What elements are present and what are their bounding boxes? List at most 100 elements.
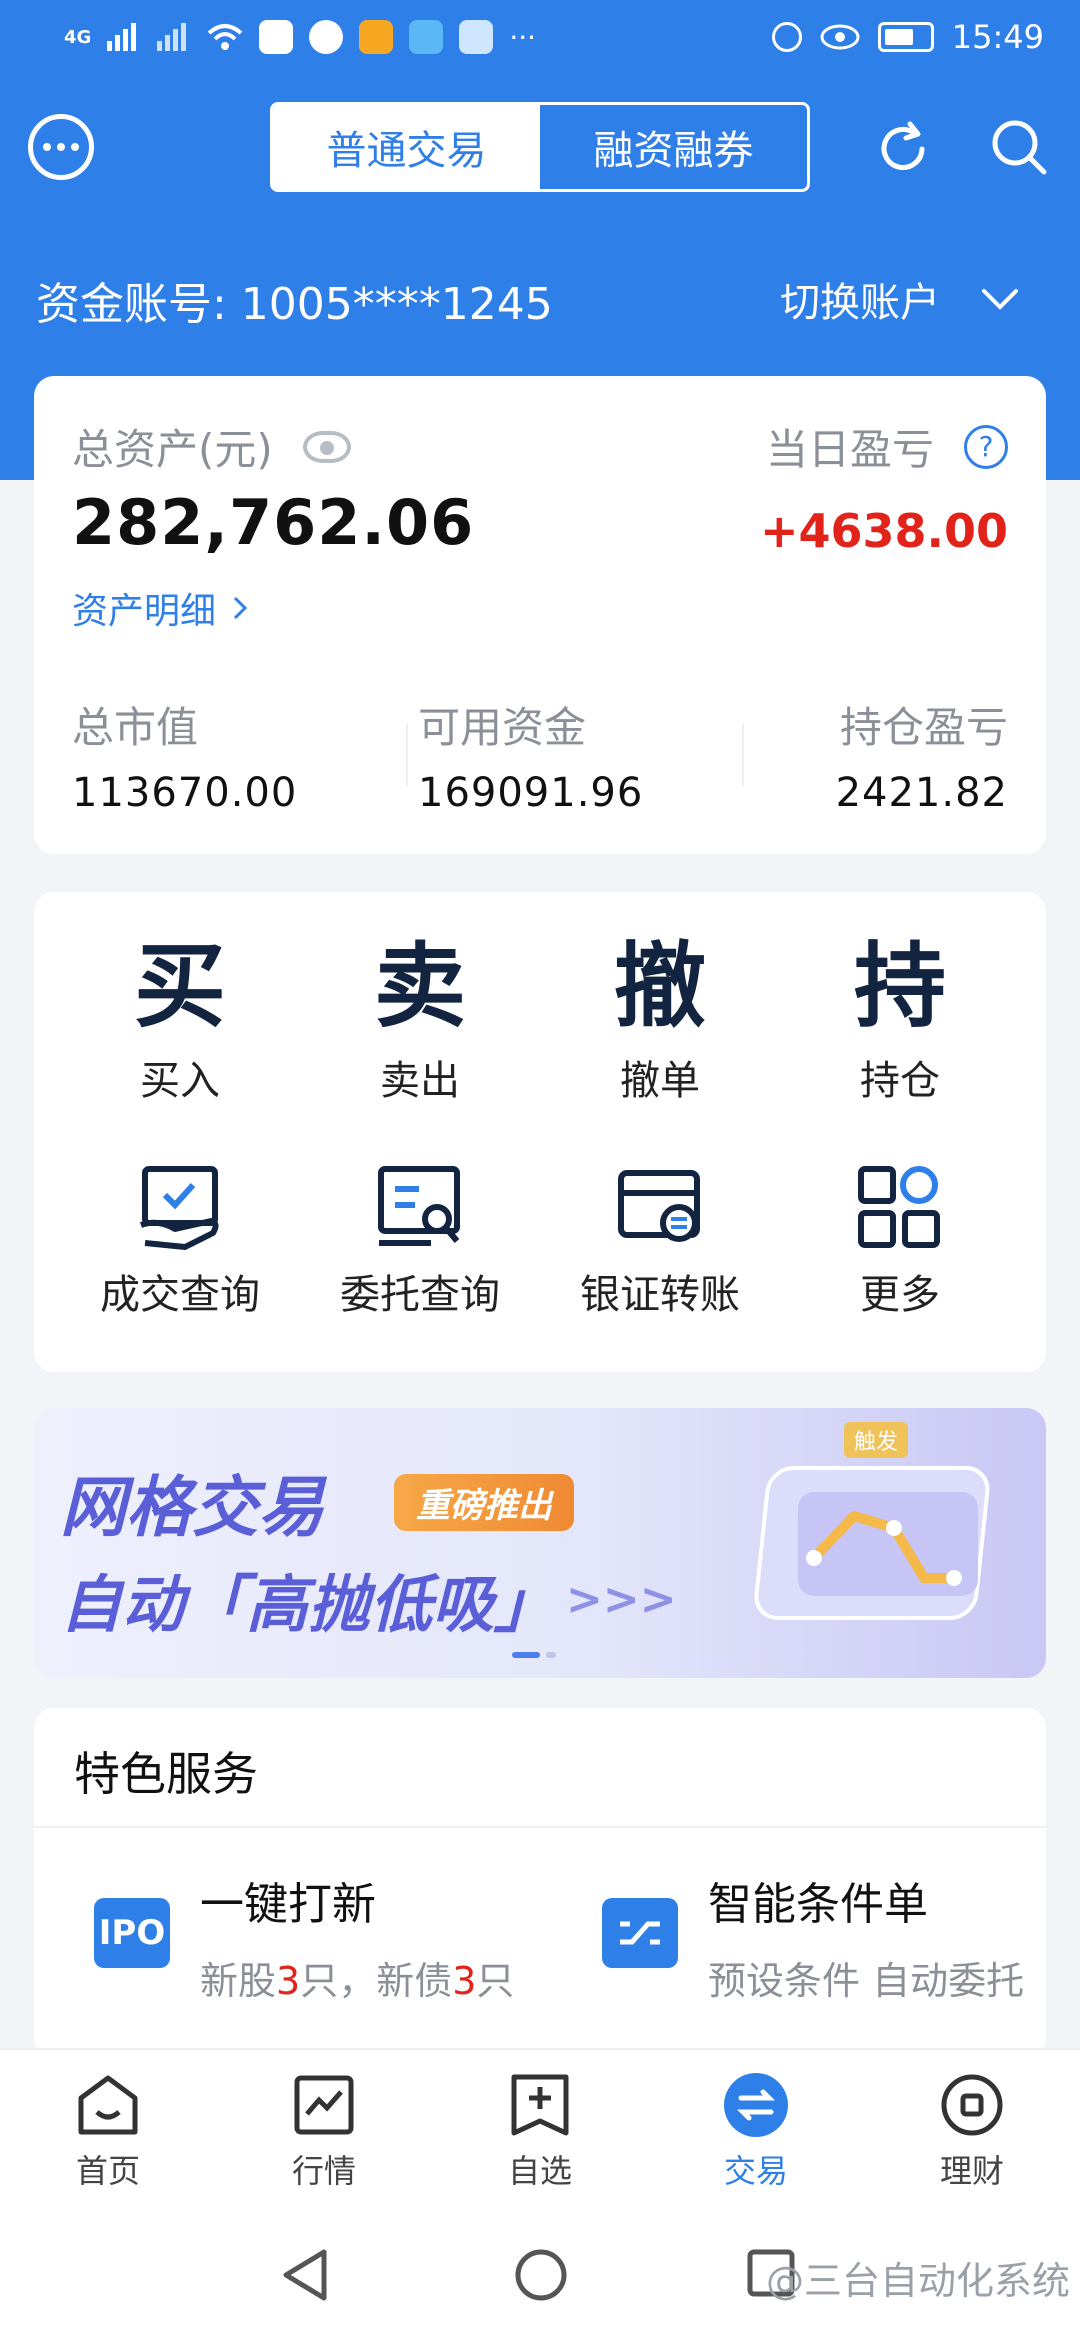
back-triangle-icon [283,2249,327,2301]
ipo-icon: IPO [94,1898,170,1968]
bank-transfer-button[interactable]: 银证转账 [540,1160,780,1320]
tab-trade[interactable]: 交易 [648,2050,864,2218]
desc-part: 只 [476,1959,515,2003]
wealth-icon [939,2072,1005,2138]
tab-wealth[interactable]: 理财 [864,2050,1080,2218]
qq-app-icon [259,20,294,54]
bank-transfer-icon [612,1160,708,1256]
nav-home-button[interactable] [514,2248,568,2306]
services-divider [34,1826,1046,1828]
signal-bars-2-icon [157,23,187,51]
search-icon [992,120,1047,175]
eye-comfort-icon [820,24,860,50]
chevron-right-icon [233,596,248,620]
browser-app-icon [409,20,444,54]
order-query-button[interactable]: 委托查询 [300,1160,540,1320]
action-row-secondary: 成交查询 委托查询 银证转账 更多 [60,1160,1020,1320]
battery-icon [877,22,934,52]
switch-account-button[interactable]: 切换账户 [780,270,1020,328]
asset-summary-card: 总资产(元) 当日盈亏 ? 282,762.06 +4638.00 资产明细 总… [34,376,1046,854]
new-stock-count: 3 [276,1959,301,2003]
buy-button[interactable]: 买 买入 [60,932,300,1106]
buy-label: 买入 [140,1058,220,1104]
message-button[interactable] [28,114,94,180]
switch-account-label: 切换账户 [780,280,940,326]
tab-normal-trade[interactable]: 普通交易 [273,105,540,189]
cloud-app-icon [459,20,494,54]
refresh-icon [881,121,925,170]
new-bond-count: 3 [452,1959,477,2003]
stat-label-market-value: 总市值 [72,703,199,752]
sell-button[interactable]: 卖 卖出 [300,932,540,1106]
message-app-icon [309,20,344,54]
chevron-down-icon [982,289,1018,310]
daily-pnl-row: 当日盈亏 ? [766,416,1008,477]
trade-exchange-icon [723,2072,789,2138]
deal-query-button[interactable]: 成交查询 [60,1160,300,1320]
status-right-icons: 15:49 [771,18,1044,56]
more-button[interactable]: 更多 [780,1160,1020,1320]
holdings-button[interactable]: 持 持仓 [780,932,1020,1106]
service-smart-condition-order[interactable]: 智能条件单 预设条件 自动委托 [602,1868,1024,2005]
service-condition-desc: 预设条件 自动委托 [708,1959,1025,2003]
order-query-label: 委托查询 [340,1272,500,1318]
tab-market-label: 行情 [291,2152,356,2190]
sell-label: 卖出 [380,1058,460,1104]
tab-watchlist[interactable]: 自选 [432,2050,648,2218]
holdings-label: 持仓 [860,1058,940,1104]
stat-label-available-cash: 可用资金 [418,703,587,752]
stat-value-available-cash: 169091.96 [418,770,644,816]
banner-pagination [512,1652,556,1658]
banner-arrows: >>> [566,1573,677,1625]
service-ipo-subscribe[interactable]: IPO 一键打新 新股3只，新债3只 [94,1868,514,2005]
account-number: 资金账号: 1005****1245 [36,279,553,330]
refresh-button[interactable] [870,116,936,182]
cancel-order-button[interactable]: 撤 撤单 [540,932,780,1106]
trade-actions-card: 买 买入 卖 卖出 撤 撤单 持 持仓 成交查询 委托查询 银证转账 更多 [34,892,1046,1372]
pagination-dot [546,1652,556,1658]
watchlist-add-icon [507,2072,573,2138]
chat-bubble-icon [43,143,79,151]
help-question-icon[interactable]: ? [964,424,1008,469]
signal-bars-icon [107,23,137,51]
deal-query-label: 成交查询 [100,1272,260,1318]
daily-pnl-value: +4638.00 [759,504,1008,558]
banner-illustration [754,1428,1024,1658]
buy-glyph: 买 [133,933,226,1040]
sell-glyph: 卖 [373,933,466,1040]
stat-divider [406,724,408,786]
status-bar: 4G ··· 15:49 [0,0,1080,80]
nav-back-button[interactable] [280,2248,330,2306]
asset-detail-link[interactable]: 资产明细 [72,582,248,634]
stat-divider [742,724,744,786]
home-icon [75,2072,141,2138]
order-query-icon [372,1160,468,1256]
home-circle-icon [515,2249,567,2301]
grid-trading-banner[interactable]: 网格交易 重磅推出 自动「高抛低吸」 >>> 触发 [34,1408,1046,1678]
condition-order-icon [602,1898,678,1968]
bank-transfer-label: 银证转账 [580,1272,740,1318]
asset-detail-label: 资产明细 [72,591,217,632]
cancel-glyph: 撤 [613,933,706,1040]
pagination-dot-active [512,1652,540,1658]
deal-query-icon [132,1160,228,1256]
search-button[interactable] [986,114,1052,180]
status-more: ··· [509,20,537,54]
tab-margin-trade[interactable]: 融资融券 [540,105,807,189]
taobao-app-icon [359,20,394,54]
total-asset-value: 282,762.06 [72,486,475,559]
wifi-icon [207,24,243,50]
tab-market[interactable]: 行情 [216,2050,432,2218]
service-condition-name: 智能条件单 [708,1879,928,1930]
bottom-tab-bar: 首页 行情 自选 交易 理财 [0,2048,1080,2218]
tab-trade-label: 交易 [723,2152,788,2190]
service-ipo-name: 一键打新 [200,1879,376,1930]
tab-home[interactable]: 首页 [0,2050,216,2218]
banner-tag: 重磅推出 [394,1474,574,1531]
tab-wealth-label: 理财 [939,2152,1004,2190]
eye-visibility-icon[interactable] [302,430,351,463]
nfc-icon [771,22,802,52]
cancel-order-label: 撤单 [620,1058,700,1104]
banner-subtitle: 自动「高抛低吸」 [60,1568,557,1641]
service-ipo-text: 一键打新 新股3只，新债3只 [200,1868,514,2005]
